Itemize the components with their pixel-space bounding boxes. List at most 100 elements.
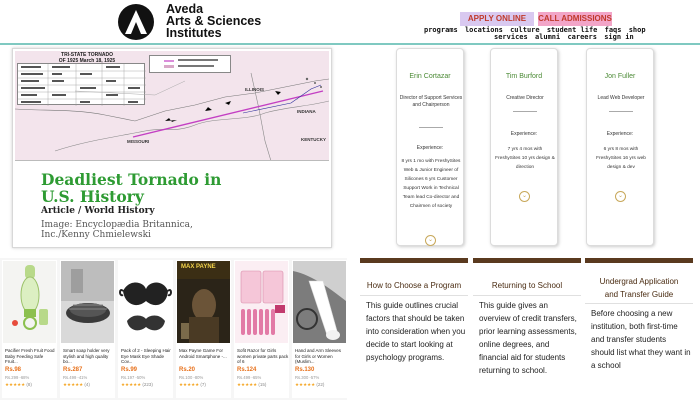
staff-experience-label: Experience: xyxy=(606,131,634,137)
product-price: Rs.124 xyxy=(237,367,257,373)
product-card[interactable]: Pack of 2 - Sleeping Hair Eye Mask Eye S… xyxy=(118,260,173,398)
product-image xyxy=(235,261,288,343)
product-image xyxy=(119,261,172,343)
staff-card-erin-cortazar[interactable]: Erin Cortazar Director of Support Servic… xyxy=(396,48,464,246)
product-price: Rs.20 xyxy=(179,367,196,373)
guide-divider xyxy=(585,303,693,304)
product-name: Pack of 2 - Sleeping Hair Eye Mask Eye S… xyxy=(121,348,171,364)
product-name: Hand and Arm Sleeves for Girls or Women … xyxy=(295,348,342,364)
staff-experience-label: Experience: xyxy=(510,131,538,137)
guide-card-transfer-guide[interactable]: Undergrad Application and Transfer Guide… xyxy=(585,258,693,400)
nav-item-careers[interactable]: careers xyxy=(567,33,597,41)
product-card[interactable]: Smart soap holder very stylish and high … xyxy=(60,260,115,398)
product-original-price: Rs.299 -68% xyxy=(5,375,30,380)
staff-role: Creative Director xyxy=(506,95,544,101)
product-strip: Pacifier Fresh Fruit Food Baby Feeding S… xyxy=(0,258,347,400)
product-rating: ★★★★★ (22) xyxy=(295,382,325,387)
rating-count: (8) xyxy=(26,382,32,387)
article-headline[interactable]: Deadliest Tornado in U.S. History xyxy=(41,171,221,205)
guide-description: Before choosing a new institution, both … xyxy=(591,309,691,370)
logo-line-3: Institutes xyxy=(166,26,222,40)
product-card[interactable]: Sofit Razor for Girls women private part… xyxy=(234,260,289,398)
image-credit: Image: Encyclopædia Britannica, Inc./Ken… xyxy=(41,220,193,240)
product-price: Rs.130 xyxy=(295,367,315,373)
product-price: Rs.287 xyxy=(63,367,83,373)
rating-count: (7) xyxy=(200,382,206,387)
product-name: Max Payne Game For Android Smartphone -.… xyxy=(179,348,227,359)
article-category: Article / World History xyxy=(41,206,155,216)
nav-item-services[interactable]: services xyxy=(494,33,528,41)
rating-count: (15) xyxy=(258,382,267,387)
staff-divider xyxy=(513,111,537,112)
logo-wordmark[interactable]: Aveda Arts & Sciences Institutes xyxy=(166,3,261,40)
staff-role: Director of Support Services and Chairpe… xyxy=(399,95,463,108)
chevron-down-icon[interactable]: ⌄ xyxy=(519,191,530,202)
staff-divider xyxy=(419,127,443,128)
apply-online-button[interactable]: APPLY ONLINE xyxy=(460,12,534,26)
product-rating: ★★★★★ (223) xyxy=(121,382,153,387)
product-original-price: Rs.300 -57% xyxy=(295,375,320,380)
headline-line-2: U.S. History xyxy=(41,187,144,206)
product-image xyxy=(3,261,56,343)
staff-experience-label: Experience: xyxy=(416,145,444,151)
product-rating: ★★★★★ (8) xyxy=(5,382,32,387)
tornado-map-image: TRI-STATE TORNADO OF 1925 March 18, 1925 xyxy=(15,51,329,161)
headline-line-1: Deadliest Tornado in xyxy=(41,170,222,189)
guide-card-choose-program[interactable]: How to Choose a Program This guide outli… xyxy=(360,258,468,400)
guide-description: This guide outlines crucial factors that… xyxy=(366,301,466,362)
aveda-logo-icon[interactable] xyxy=(118,4,154,40)
chevron-down-icon[interactable]: ⌄ xyxy=(425,235,436,246)
guide-title: Undergrad Application and Transfer Guide xyxy=(599,277,679,299)
call-admissions-button[interactable]: CALL ADMISSIONS xyxy=(538,12,612,26)
product-name: Smart soap holder very stylish and high … xyxy=(63,348,110,364)
credit-line-2: Inc./Kenny Chmielewski xyxy=(41,230,151,240)
staff-experience: 6 yrs 8 mos with FreshySites 16 yrs web … xyxy=(596,147,646,170)
product-original-price: Rs.197 -50% xyxy=(121,375,146,380)
staff-card-tim-burford[interactable]: Tim Burford Creative Director Experience… xyxy=(490,48,558,246)
rating-count: (223) xyxy=(142,382,153,387)
product-original-price: Rs.499 -41% xyxy=(63,375,88,380)
guide-description: This guide gives an overview of credit t… xyxy=(479,301,577,375)
nav-item-alumni[interactable]: alumni xyxy=(535,33,560,41)
product-card[interactable]: Hand and Arm Sleeves for Girls or Women … xyxy=(292,260,347,398)
state-label-missouri: MISSOURI xyxy=(127,139,150,144)
credit-line-1: Image: Encyclopædia Britannica, xyxy=(41,220,193,230)
staff-name: Erin Cortazar xyxy=(409,73,451,80)
guide-divider xyxy=(360,295,468,296)
state-label-kentucky: KENTUCKY xyxy=(301,137,327,142)
product-rating: ★★★★★ (4) xyxy=(63,382,90,387)
site-header: Aveda Arts & Sciences Institutes APPLY O… xyxy=(0,0,700,45)
staff-name: Tim Burford xyxy=(505,73,543,80)
guide-card-returning-to-school[interactable]: Returning to School This guide gives an … xyxy=(473,258,581,400)
nav-item-sign-in[interactable]: sign in xyxy=(604,33,634,41)
product-name: Pacifier Fresh Fruit Food Baby Feeding S… xyxy=(5,348,55,364)
product-price: Rs.98 xyxy=(5,367,22,373)
staff-experience: 8 yrs 1 mo with FreshySites Web & Junior… xyxy=(401,159,461,209)
guide-title: Returning to School xyxy=(491,281,563,290)
state-label-illinois: ILLINOIS xyxy=(245,87,264,92)
product-image xyxy=(61,261,114,343)
product-original-price: Rs.499 -65% xyxy=(237,375,262,380)
product-card[interactable]: MAX PAYNE Max Payne Game For Android Sma… xyxy=(176,260,231,398)
article-card[interactable]: TRI-STATE TORNADO OF 1925 March 18, 1925 xyxy=(12,48,332,248)
product-image xyxy=(293,261,346,343)
state-label-indiana: INDIANA xyxy=(297,109,316,114)
guide-title: How to Choose a Program xyxy=(366,281,462,290)
product-rating: ★★★★★ (7) xyxy=(179,382,206,387)
staff-divider xyxy=(609,111,633,112)
rating-count: (22) xyxy=(316,382,325,387)
chevron-down-icon[interactable]: ⌄ xyxy=(615,191,626,202)
rating-count: (4) xyxy=(84,382,90,387)
staff-card-jon-fuller[interactable]: Jon Fuller Lead Web Developer Experience… xyxy=(586,48,654,246)
product-original-price: Rs.100 -80% xyxy=(179,375,204,380)
product-card[interactable]: Pacifier Fresh Fruit Food Baby Feeding S… xyxy=(2,260,57,398)
product-rating: ★★★★★ (15) xyxy=(237,382,267,387)
nav-item-programs[interactable]: programs xyxy=(424,26,458,34)
secondary-nav: services alumni careers sign in xyxy=(494,33,637,41)
product-name: Sofit Razor for Girls women private part… xyxy=(237,348,289,364)
staff-role: Lead Web Developer xyxy=(597,95,645,101)
game-title-text: MAX PAYNE xyxy=(181,264,216,270)
product-image: MAX PAYNE xyxy=(177,261,230,343)
product-price: Rs.99 xyxy=(121,367,138,373)
staff-experience: 7 yrs 4 mos with FreshySites 10 yrs desi… xyxy=(495,147,555,170)
